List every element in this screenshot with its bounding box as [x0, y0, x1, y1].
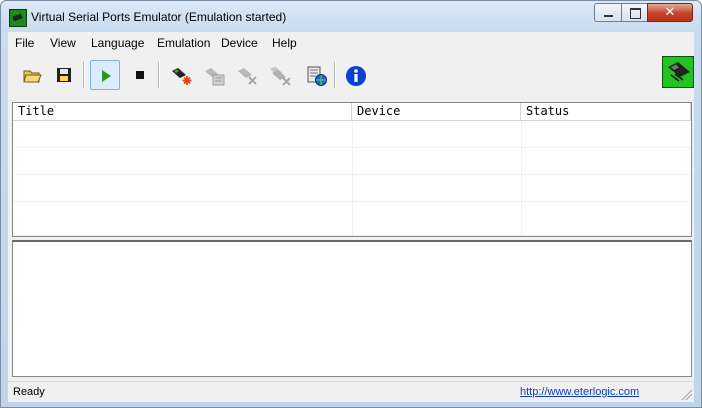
create-device-button[interactable]: [166, 60, 196, 90]
network-settings-icon: [307, 66, 327, 86]
device-list[interactable]: Title Device Status: [12, 102, 692, 237]
delete-all-devices-button: [265, 60, 295, 90]
open-folder-icon: [23, 70, 42, 83]
delete-device-icon: [238, 68, 257, 85]
table-row: [13, 121, 691, 148]
toolbar: [8, 54, 694, 96]
minimize-icon: [604, 15, 613, 17]
table-row: [13, 148, 691, 175]
menu-device[interactable]: Device: [221, 36, 258, 50]
column-device[interactable]: Device: [352, 103, 521, 120]
menu-bar: File View Language Emulation Device Help: [8, 32, 694, 52]
toolbar-separator: [334, 62, 336, 88]
stop-icon: [136, 71, 144, 79]
play-icon: [102, 70, 111, 82]
info-icon: [346, 66, 366, 86]
start-emulation-button[interactable]: [90, 60, 120, 90]
save-button[interactable]: [49, 60, 79, 90]
minimize-button[interactable]: [594, 3, 622, 22]
toolbar-separator: [83, 62, 85, 88]
about-button[interactable]: [340, 60, 370, 90]
client-area: File View Language Emulation Device Help: [8, 32, 694, 402]
title-bar[interactable]: Virtual Serial Ports Emulator (Emulation…: [1, 1, 701, 33]
stop-emulation-button[interactable]: [125, 60, 155, 90]
main-window: Virtual Serial Ports Emulator (Emulation…: [0, 0, 702, 408]
menu-view[interactable]: View: [50, 36, 76, 50]
maximize-button[interactable]: [621, 3, 648, 22]
status-bar: Ready http://www.eterlogic.com: [8, 381, 694, 402]
device-properties-button: [199, 60, 229, 90]
save-disk-icon: [57, 68, 71, 82]
device-list-header: Title Device Status: [13, 103, 691, 121]
menu-emulation[interactable]: Emulation: [157, 36, 210, 50]
menu-help[interactable]: Help: [272, 36, 297, 50]
app-icon[interactable]: [9, 9, 27, 27]
close-button[interactable]: ✕: [647, 3, 693, 22]
maximize-icon: [630, 8, 641, 19]
create-device-icon: [172, 68, 192, 85]
table-row: [13, 202, 691, 236]
column-title[interactable]: Title: [13, 103, 352, 120]
log-pane[interactable]: [12, 240, 692, 377]
network-settings-button[interactable]: [301, 60, 331, 90]
resize-grip[interactable]: [680, 388, 692, 400]
status-text: Ready: [13, 386, 45, 398]
delete-all-devices-icon: [270, 66, 291, 86]
table-row: [13, 175, 691, 202]
window-title: Virtual Serial Ports Emulator (Emulation…: [31, 10, 287, 24]
toolbar-separator: [158, 62, 160, 88]
menu-file[interactable]: File: [15, 36, 34, 50]
menu-language[interactable]: Language: [91, 36, 144, 50]
device-properties-icon: [205, 68, 225, 86]
serial-port-logo-icon: [662, 56, 694, 88]
website-link[interactable]: http://www.eterlogic.com: [520, 386, 639, 398]
delete-device-button: [232, 60, 262, 90]
close-icon: ✕: [664, 5, 676, 20]
column-status[interactable]: Status: [521, 103, 691, 120]
open-button[interactable]: [17, 60, 47, 90]
